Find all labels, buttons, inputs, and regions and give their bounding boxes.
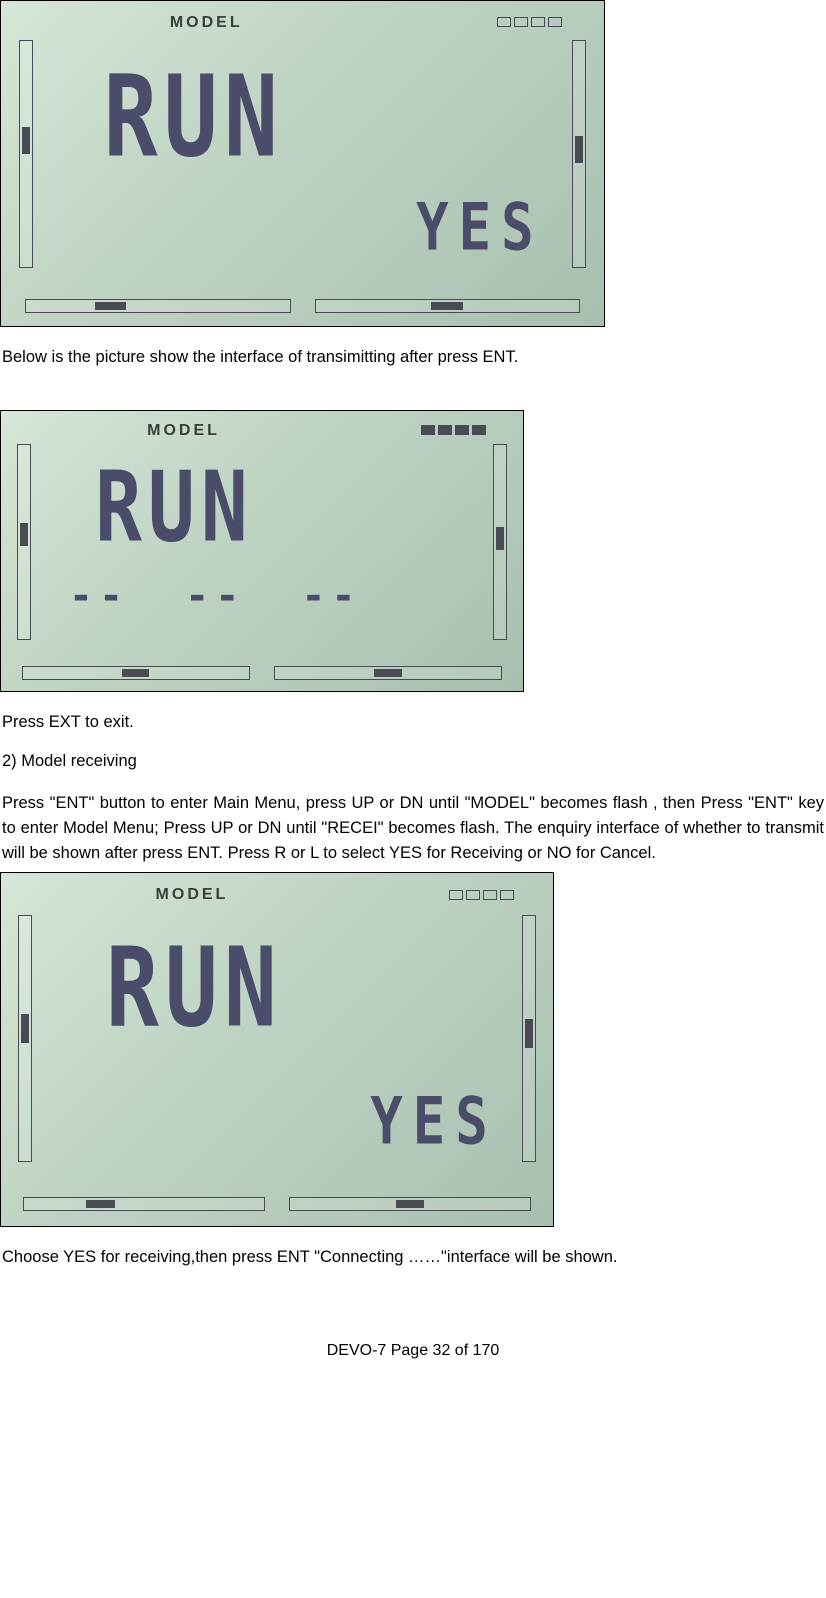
lcd3-sub-text: YES xyxy=(370,1073,498,1170)
lcd3-label: MODEL xyxy=(156,883,229,907)
caption-3: Choose YES for receiving,then press ENT … xyxy=(2,1245,824,1270)
lcd1-sub-text: YES xyxy=(416,178,544,275)
bottom-trim-bars xyxy=(23,1197,531,1211)
body-paragraph: Press "ENT" button to enter Main Menu, p… xyxy=(2,791,824,865)
bottom-trim-bars xyxy=(25,299,580,313)
battery-indicator-icon xyxy=(449,890,514,900)
left-trim-bar xyxy=(19,40,33,268)
right-trim-bar xyxy=(493,444,507,640)
section-heading: 2) Model receiving xyxy=(2,749,824,774)
lcd3-main-text: RUN xyxy=(106,905,283,1070)
caption-1: Below is the picture show the interface … xyxy=(2,345,824,370)
left-trim-bar xyxy=(18,915,32,1162)
caption-2: Press EXT to exit. xyxy=(2,710,824,735)
lcd1-label: MODEL xyxy=(170,11,243,35)
lcd2-main-text: RUN xyxy=(95,435,254,581)
battery-indicator-icon xyxy=(497,17,562,27)
left-trim-bar xyxy=(17,444,31,640)
right-trim-bar xyxy=(522,915,536,1162)
lcd-screenshot-2: MODEL RUN -- -- -- xyxy=(0,410,524,692)
bottom-trim-bars xyxy=(22,666,502,680)
lcd-screenshot-3: MODEL RUN YES xyxy=(0,872,554,1227)
page-footer: DEVO-7 Page 32 of 170 xyxy=(0,1339,826,1363)
lcd2-dashes: -- -- -- xyxy=(69,566,362,626)
lcd1-main-text: RUN xyxy=(104,33,285,202)
lcd-screenshot-1: MODEL RUN YES xyxy=(0,0,605,327)
battery-indicator-icon xyxy=(421,425,486,435)
right-trim-bar xyxy=(572,40,586,268)
